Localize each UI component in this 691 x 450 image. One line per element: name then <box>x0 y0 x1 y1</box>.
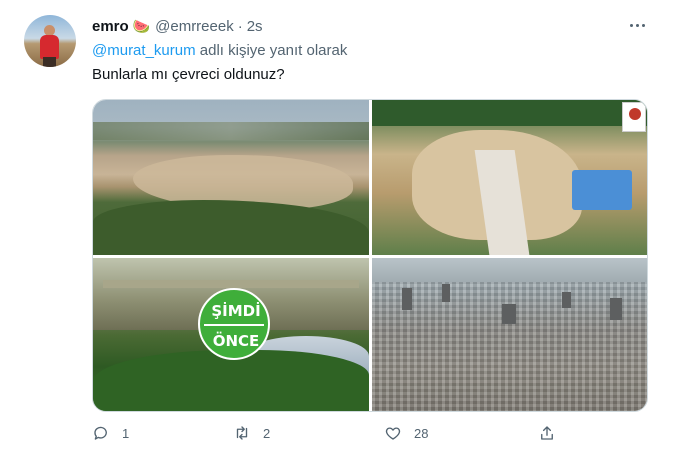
now-before-overlay: ŞİMDİ ÖNCE <box>198 288 270 360</box>
badge-face <box>629 108 641 120</box>
dot <box>641 23 645 27</box>
tweet[interactable]: emro 🍉 @emrreeek · 2s @murat_kurum adlı … <box>0 0 691 450</box>
photo-tower <box>502 304 516 324</box>
overlay-before-label: ÖNCE <box>212 332 260 350</box>
media-photo-2[interactable] <box>372 100 647 255</box>
reply-count: 1 <box>122 425 130 441</box>
author-handle[interactable]: @emrreeek <box>155 18 234 35</box>
retweet-icon <box>236 426 248 440</box>
share-icon <box>541 426 553 440</box>
overlay-divider <box>204 324 264 326</box>
photo-roofs <box>572 170 632 210</box>
retweet-button[interactable]: 2 <box>233 424 270 442</box>
media-photo-4[interactable] <box>372 258 647 411</box>
reply-mention-link[interactable]: @murat_kurum <box>92 42 196 59</box>
tweet-time[interactable]: 2s <box>247 18 263 35</box>
avatar-figure-legs <box>43 57 56 67</box>
more-dots-icon[interactable] <box>624 14 650 36</box>
overlay-now-label: ŞİMDİ <box>211 302 261 320</box>
photo-forest <box>93 200 369 255</box>
photo-tower <box>442 284 450 302</box>
separator-dot: · <box>237 17 243 35</box>
tweet-text: Bunlarla mı çevreci oldunuz? <box>92 66 285 83</box>
photo-tower <box>610 298 622 320</box>
like-button[interactable]: 28 <box>384 424 428 442</box>
photo-trees <box>372 100 647 126</box>
dot <box>635 23 639 27</box>
photo-tower <box>402 288 412 310</box>
media-photo-1[interactable] <box>93 100 369 255</box>
media-grid: ŞİMDİ ÖNCE <box>92 99 648 412</box>
heart-icon <box>385 427 401 440</box>
watermelon-emoji: 🍉 <box>132 17 151 34</box>
reply-suffix: adlı kişiye yanıt olarak <box>195 42 348 59</box>
photo-corner-badge <box>622 102 646 132</box>
author-name[interactable]: emro <box>92 18 129 35</box>
retweet-count: 2 <box>263 425 271 441</box>
photo-haze <box>93 122 369 140</box>
avatar-figure-body <box>40 35 59 59</box>
photo-tower <box>562 292 571 308</box>
photo-city-blocks <box>372 282 647 411</box>
reply-context: @murat_kurum adlı kişiye yanıt olarak <box>92 42 347 59</box>
dot <box>629 23 633 27</box>
share-button[interactable] <box>538 424 556 442</box>
reply-icon <box>94 426 107 440</box>
like-count: 28 <box>414 425 429 441</box>
tweet-header: emro 🍉 @emrreeek · 2s <box>92 16 263 36</box>
media-photo-3[interactable]: ŞİMDİ ÖNCE <box>93 258 369 411</box>
wall-ledge <box>103 280 359 288</box>
reply-button[interactable]: 1 <box>92 424 129 442</box>
avatar[interactable] <box>24 15 76 67</box>
action-bar: 1 2 28 <box>92 424 572 444</box>
